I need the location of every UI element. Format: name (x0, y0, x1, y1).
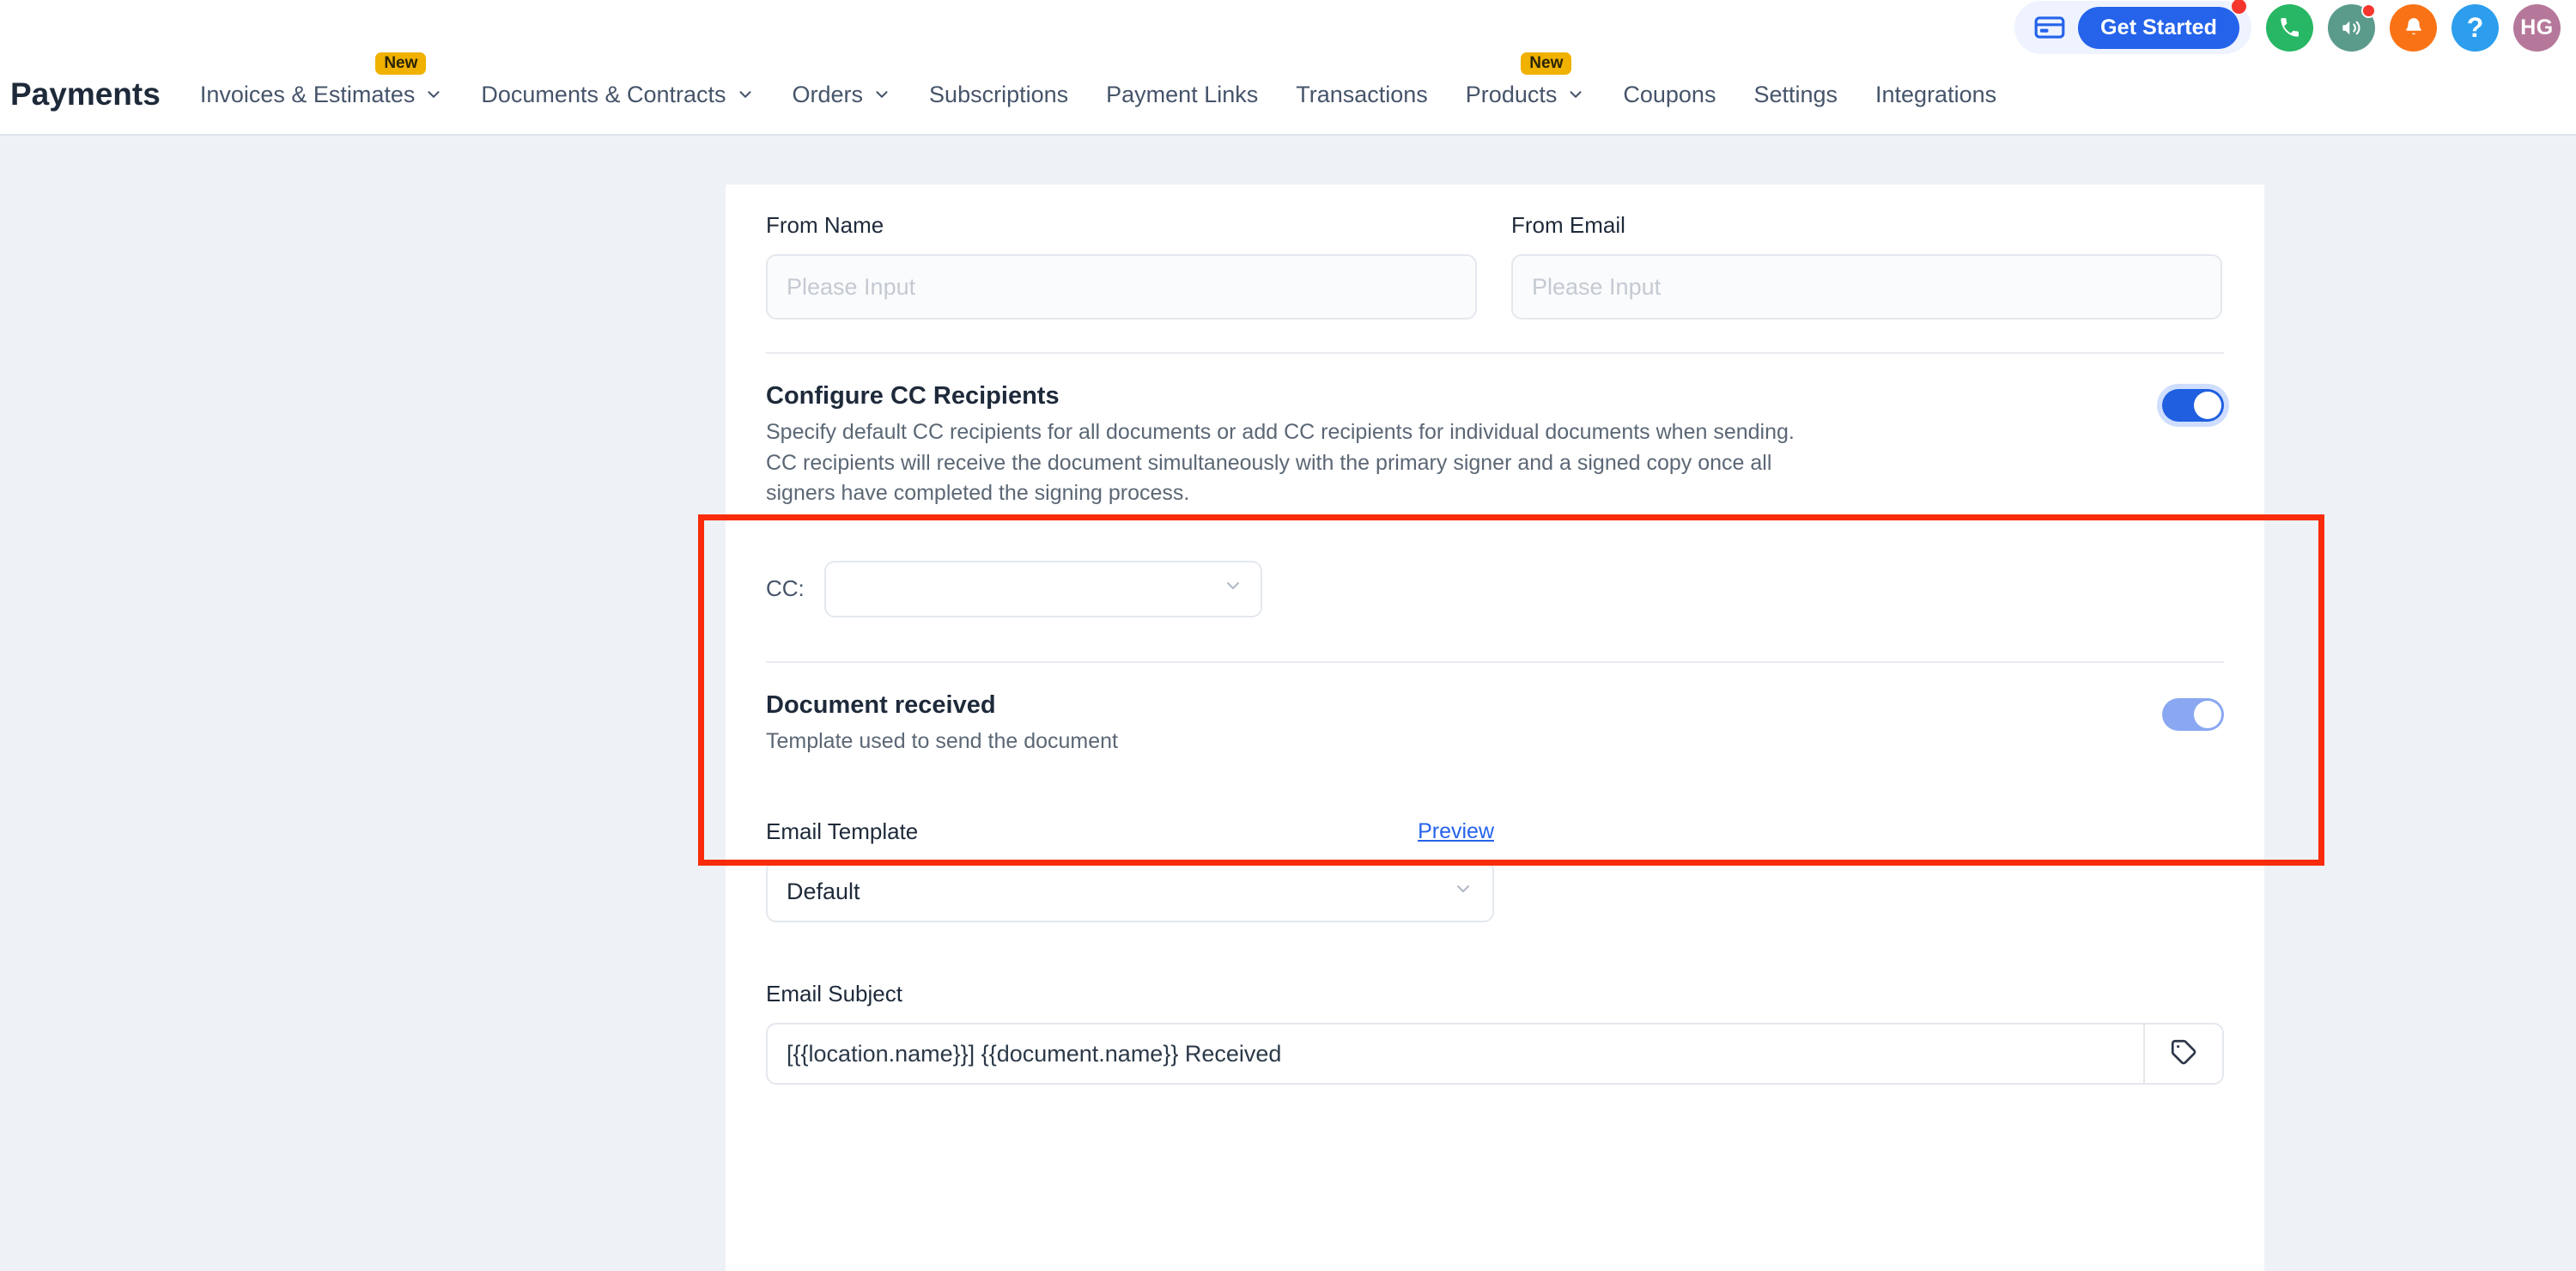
get-started-button[interactable]: Get Started (2078, 6, 2239, 49)
main-navigation: Payments Invoices & Estimates New Document… (0, 52, 2576, 136)
email-template-value: Default (787, 878, 860, 904)
email-subject-label: Email Subject (766, 981, 902, 1006)
email-subject-field (766, 1023, 2224, 1085)
email-template-label: Email Template (766, 818, 919, 844)
phone-icon-button[interactable] (2266, 3, 2313, 52)
from-email-input[interactable] (1511, 254, 2222, 319)
nav-item-transactions[interactable]: Transactions (1296, 82, 1428, 108)
nav-item-documents-contracts[interactable]: Documents & Contracts (481, 82, 754, 108)
notifications-button[interactable] (2390, 3, 2437, 52)
nav-item-label: Orders (792, 81, 864, 107)
document-received-description: Template used to send the document (766, 728, 1118, 753)
new-badge: New (375, 52, 427, 75)
nav-item-orders[interactable]: Orders (793, 82, 892, 108)
settings-card: From Name From Email Configure CC Recipi… (726, 185, 2264, 1271)
document-received-header: Document received Template used to send … (766, 691, 2224, 757)
cc-section-header: Configure CC Recipients Specify default … (766, 382, 2224, 509)
chevron-down-icon (1453, 879, 1473, 905)
sender-fields-row: From Name From Email (726, 185, 2264, 319)
nav-item-label: Subscriptions (929, 81, 1069, 107)
notification-dot (2361, 3, 2376, 18)
nav-item-label: Invoices & Estimates (199, 81, 416, 107)
cc-desc-line-2: CC recipients will receive the document … (766, 450, 1772, 475)
cc-label: CC: (766, 575, 805, 601)
page-body: From Name From Email Configure CC Recipi… (0, 136, 2576, 1271)
chevron-down-icon (1566, 85, 1585, 104)
preview-link[interactable]: Preview (1418, 819, 1494, 844)
document-received-toggle[interactable] (2162, 697, 2224, 731)
nav-item-subscriptions[interactable]: Subscriptions (929, 82, 1068, 108)
from-email-field-group: From Email (1511, 212, 2222, 319)
get-started-container[interactable]: Get Started (2014, 0, 2251, 54)
nav-item-label: Payment Links (1106, 81, 1259, 107)
chevron-down-icon (424, 85, 443, 104)
merge-tag-button[interactable] (2143, 1025, 2222, 1083)
nav-item-products[interactable]: Products New (1465, 52, 1586, 108)
nav-item-label: Integrations (1875, 81, 1997, 107)
cc-desc-line-3: signers have completed the signing proce… (766, 481, 1190, 505)
cc-recipients-toggle[interactable] (2162, 389, 2224, 422)
nav-item-label: Transactions (1296, 81, 1428, 107)
phone-icon (2278, 16, 2301, 40)
nav-item-invoices-estimates[interactable]: Invoices & Estimates New (199, 52, 444, 108)
credit-card-icon (2033, 11, 2066, 44)
email-subject-input[interactable] (768, 1025, 2143, 1083)
nav-item-integrations[interactable]: Integrations (1875, 82, 1996, 108)
nav-item-label: Settings (1753, 81, 1838, 107)
cc-select-row: CC: (766, 560, 2224, 617)
utility-toolbar: Get Started ? HG (2014, 0, 2561, 55)
new-badge: New (1521, 52, 1572, 75)
email-template-select[interactable]: Default (766, 861, 1494, 922)
chevron-down-icon (872, 85, 891, 104)
nav-item-coupons[interactable]: Coupons (1623, 82, 1716, 108)
from-name-label: From Name (766, 212, 884, 238)
toggle-knob (2194, 392, 2221, 419)
from-email-label: From Email (1511, 212, 1625, 238)
cc-recipients-select[interactable] (823, 560, 1262, 617)
help-button[interactable]: ? (2451, 3, 2499, 52)
tag-icon (2169, 1037, 2198, 1071)
nav-item-settings[interactable]: Settings (1753, 82, 1838, 108)
nav-item-label: Products (1465, 81, 1558, 107)
from-name-field-group: From Name (766, 212, 1477, 319)
avatar[interactable]: HG (2513, 3, 2561, 52)
email-template-label-row: Email Template Preview (766, 818, 1494, 845)
cc-section-title: Configure CC Recipients (766, 382, 1060, 410)
cc-section-description: Specify default CC recipients for all do… (766, 417, 1795, 509)
cc-desc-line-1: Specify default CC recipients for all do… (766, 420, 1795, 444)
nav-item-label: Coupons (1623, 81, 1716, 107)
notification-dot (2232, 0, 2246, 14)
chevron-down-icon (1223, 575, 1243, 602)
configure-cc-recipients-section: Configure CC Recipients Specify default … (726, 354, 2264, 617)
page-title: Payments (10, 76, 161, 112)
top-header: Get Started ? HG Payments Invoices & Est… (0, 0, 2576, 136)
toggle-knob (2194, 700, 2221, 728)
bell-icon (2403, 16, 2425, 39)
from-name-input[interactable] (766, 254, 1477, 319)
chevron-down-icon (736, 85, 755, 104)
nav-item-label: Documents & Contracts (481, 81, 726, 107)
document-received-title: Document received (766, 690, 996, 719)
document-received-section: Document received Template used to send … (726, 663, 2264, 1085)
megaphone-icon (2340, 16, 2363, 40)
announcements-button[interactable] (2328, 3, 2376, 52)
nav-item-payment-links[interactable]: Payment Links (1106, 82, 1258, 108)
question-mark-icon: ? (2466, 12, 2484, 43)
